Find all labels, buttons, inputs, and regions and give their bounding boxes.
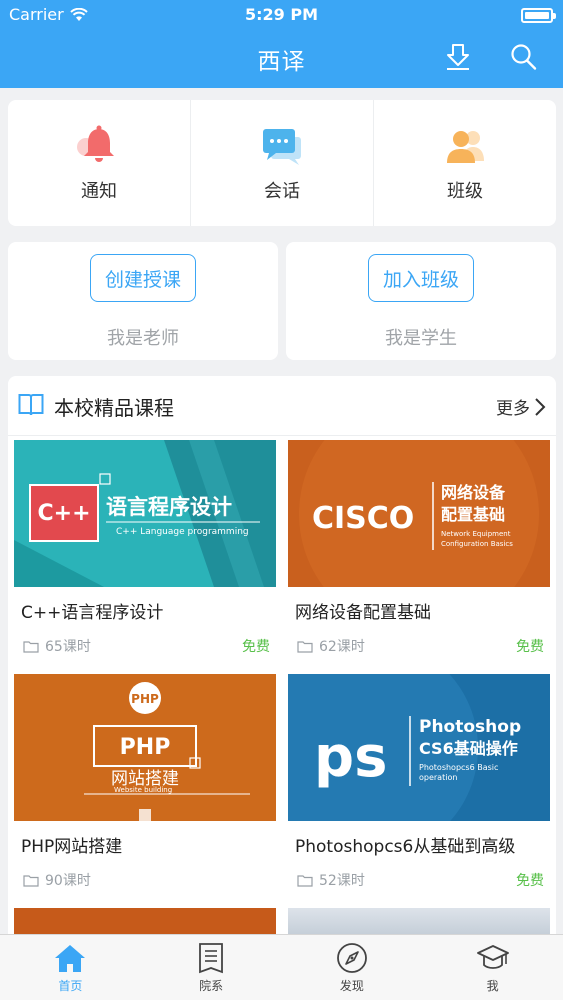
thumb-title: 语言程序设计 [106,495,232,519]
thumb-badge: PHP [131,692,159,706]
course-hours: 90课时 [23,870,91,890]
thumb-subtitle-line2: Configuration Basics [441,540,513,548]
chat-icon [263,129,301,165]
quick-item-notice[interactable]: 通知 [8,100,191,226]
quick-menu: 通知 会话 班级 [8,100,556,226]
thumb-title-line1: 网络设备 [441,483,506,502]
course-thumbnail: CISCO 网络设备 配置基础 Network Equipment Config… [288,440,550,587]
course-name: 网络设备配置基础 [295,603,431,623]
book-icon [18,394,44,416]
page-title: 西译 [257,49,306,75]
course-hours: 62课时 [297,636,365,656]
tab-label: 院系 [199,979,224,993]
chevron-right-icon [535,397,546,416]
hours-label: 90课时 [45,873,91,889]
hours-label: 52课时 [319,873,365,889]
folder-icon [297,640,313,653]
search-icon[interactable] [510,42,538,72]
tab-bar: 首页 院系 发现 我 [0,934,563,1000]
course-thumbnail: ps Photoshop CS6基础操作 Photoshopcs6 Basic … [288,674,550,821]
tab-department[interactable]: 院系 [141,935,282,1000]
price-badge: 免费 [516,873,544,889]
featured-courses-section: 本校精品课程 更多 C++ 语言程序设计 C++ Language progra… [8,376,556,976]
more-label: 更多 [496,399,530,419]
class-icon [447,131,484,163]
more-link[interactable]: 更多 [496,394,546,419]
tab-label: 首页 [58,979,83,993]
thumb-title-line1: Photoshop [419,717,521,737]
thumb-title-line2: CS6基础操作 [419,739,518,758]
tab-me[interactable]: 我 [422,935,563,1000]
thumb-badge: ps [314,725,387,790]
thumb-subtitle-line1: Photoshopcs6 Basic [419,763,498,772]
tab-discover[interactable]: 发现 [282,935,423,1000]
home-icon [55,945,86,972]
section-title: 本校精品课程 [54,396,174,420]
status-time: 5:29 PM [244,5,318,24]
folder-icon [297,874,313,887]
course-thumbnail: PHP PHP 网站搭建 Website building [14,674,276,821]
download-icon[interactable] [444,42,472,72]
course-name: C++语言程序设计 [21,603,164,623]
price-badge: 免费 [516,639,544,655]
quick-item-label: 班级 [447,181,483,202]
tab-home[interactable]: 首页 [0,935,141,1000]
tab-label: 我 [486,979,499,993]
battery-icon [521,8,556,23]
thumb-subtitle-line1: Network Equipment [441,530,511,538]
price-badge: 免费 [242,639,270,655]
top-bar: Carrier 5:29 PM 西译 [0,0,563,88]
thumb-caption: Website building [114,786,172,794]
teacher-label: 我是老师 [107,328,179,349]
quick-item-class[interactable]: 班级 [374,100,556,226]
hours-label: 65课时 [45,639,91,655]
thumb-badge: C++ [37,501,90,526]
student-card: 加入班级 我是学生 [286,242,556,360]
course-hours: 52课时 [297,870,365,890]
department-icon [199,943,224,974]
join-class-button[interactable]: 加入班级 [367,254,474,302]
hours-label: 62课时 [319,639,365,655]
thumb-badge: CISCO [312,501,414,536]
graduation-cap-icon [476,945,509,969]
course-hours: 65课时 [23,636,91,656]
thumb-subtitle-line2: operation [419,773,457,782]
thumb-title-line2: 配置基础 [441,505,505,524]
folder-icon [23,874,39,887]
course-thumbnail: C++ 语言程序设计 C++ Language programming [14,440,276,587]
thumb-title: PHP [120,735,171,760]
section-header: 本校精品课程 更多 [8,376,556,436]
folder-icon [23,640,39,653]
create-course-button[interactable]: 创建授课 [89,254,196,302]
compass-icon [336,943,367,973]
course-name: PHP网站搭建 [21,837,123,857]
quick-item-label: 通知 [81,181,117,202]
quick-item-chat[interactable]: 会话 [191,100,374,226]
status-bar: Carrier 5:29 PM [0,0,563,30]
bell-icon [77,125,114,162]
tab-label: 发现 [339,979,364,993]
quick-item-label: 会话 [264,181,300,202]
teacher-card: 创建授课 我是老师 [8,242,278,360]
thumb-subtitle: C++ Language programming [116,527,249,537]
course-name: Photoshopcs6从基础到高级 [295,837,516,857]
student-label: 我是学生 [385,328,457,349]
